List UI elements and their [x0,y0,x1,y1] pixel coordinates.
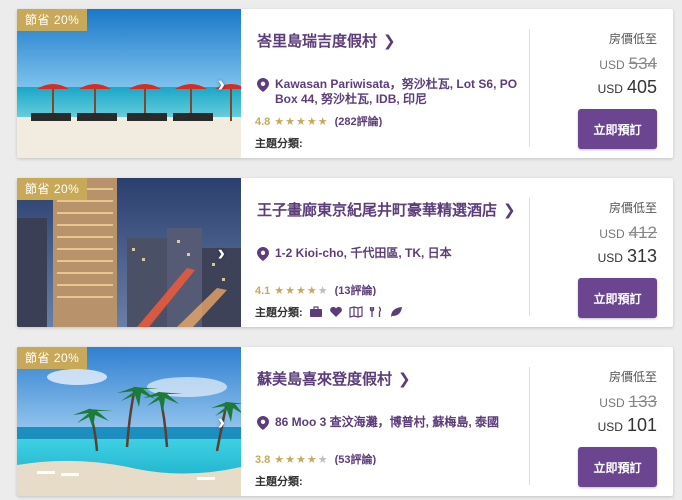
dining-icon[interactable] [369,306,383,318]
book-now-button[interactable]: 立即預訂 [578,447,657,487]
star-rating-icon: ★★★★★ [274,454,329,465]
location-pin-icon [257,416,269,430]
divider [529,198,530,316]
price-label: 房價低至 [608,32,657,46]
hotel-photo[interactable]: 節省 20% › [17,178,241,327]
price-panel: 房價低至 USD 412 USD 313 立即預訂 [537,178,657,327]
book-now-button[interactable]: 立即預訂 [578,109,657,149]
hotel-address: Kawasan Pariwisata，努沙杜瓦, Lot S6, PO Box … [257,77,527,107]
location-pin-icon [257,78,269,92]
discount-price: USD 313 [597,246,657,266]
location-pin-icon [257,247,269,261]
hotel-card[interactable]: 節省 20% › 蘇美島喜來登度假村 ❯ 86 Moo 3 查汶海灘，博普村, 蘇… [17,347,673,496]
hotel-name-link[interactable]: 峇里島瑞吉度假村 ❯ [257,30,396,51]
chevron-right-icon: ❯ [398,371,411,388]
hotel-name-link[interactable]: 蘇美島喜來登度假村 ❯ [257,368,411,389]
discount-badge: 節省 20% [17,347,88,369]
discount-badge: 節省 20% [17,178,88,200]
chevron-right-icon: ❯ [503,202,516,219]
hotel-photo[interactable]: 節省 20% › [17,9,241,158]
original-price: USD 534 [599,54,657,73]
hotel-name-link[interactable]: 王子畫廊東京紀尾井町豪華精選酒店 ❯ [257,199,516,220]
divider [529,29,530,147]
discount-price: USD 101 [597,415,657,435]
themes-row: 主題分類: [255,138,303,150]
next-photo-icon[interactable]: › [218,409,225,435]
price-panel: 房價低至 USD 534 USD 405 立即預訂 [537,9,657,158]
reviews-link[interactable]: (13評論) [335,285,377,296]
price-label: 房價低至 [608,201,657,215]
hotel-address: 1-2 Kioi-cho, 千代田區, TK, 日本 [257,246,527,261]
heart-icon[interactable] [329,306,343,318]
book-now-button[interactable]: 立即預訂 [578,278,657,318]
chevron-right-icon: ❯ [383,33,396,50]
original-price: USD 412 [599,223,657,242]
price-label: 房價低至 [608,370,657,384]
divider [529,367,530,485]
hotel-address: 86 Moo 3 查汶海灘，博普村, 蘇梅島, 泰國 [257,415,527,430]
themes-row: 主題分類: [255,476,303,488]
reviews-link[interactable]: (53評論) [335,454,377,465]
next-photo-icon[interactable]: › [218,71,225,97]
star-rating-icon: ★★★★★ [274,116,329,127]
hotel-photo[interactable]: 節省 20% › [17,347,241,496]
map-icon[interactable] [349,306,363,318]
briefcase-icon[interactable] [309,306,323,318]
price-panel: 房價低至 USD 133 USD 101 立即預訂 [537,347,657,496]
next-photo-icon[interactable]: › [218,240,225,266]
hotel-card[interactable]: 節省 20% › 峇里島瑞吉度假村 ❯ Kawasan Pariwisata，努沙… [17,9,673,158]
discount-badge: 節省 20% [17,9,88,31]
hotel-rating: 4.1 ★★★★★ (13評論) [255,285,377,296]
leaf-icon[interactable] [389,306,403,318]
hotel-rating: 3.8 ★★★★★ (53評論) [255,454,377,465]
original-price: USD 133 [599,392,657,411]
hotel-rating: 4.8 ★★★★★ (282評論) [255,116,383,127]
themes-row: 主題分類: [255,304,403,320]
reviews-link[interactable]: (282評論) [335,116,383,127]
hotel-card[interactable]: 節省 20% › 王子畫廊東京紀尾井町豪華精選酒店 ❯ 1-2 Kioi-cho,… [17,178,673,327]
star-rating-icon: ★★★★★ [274,285,329,296]
discount-price: USD 405 [597,77,657,97]
